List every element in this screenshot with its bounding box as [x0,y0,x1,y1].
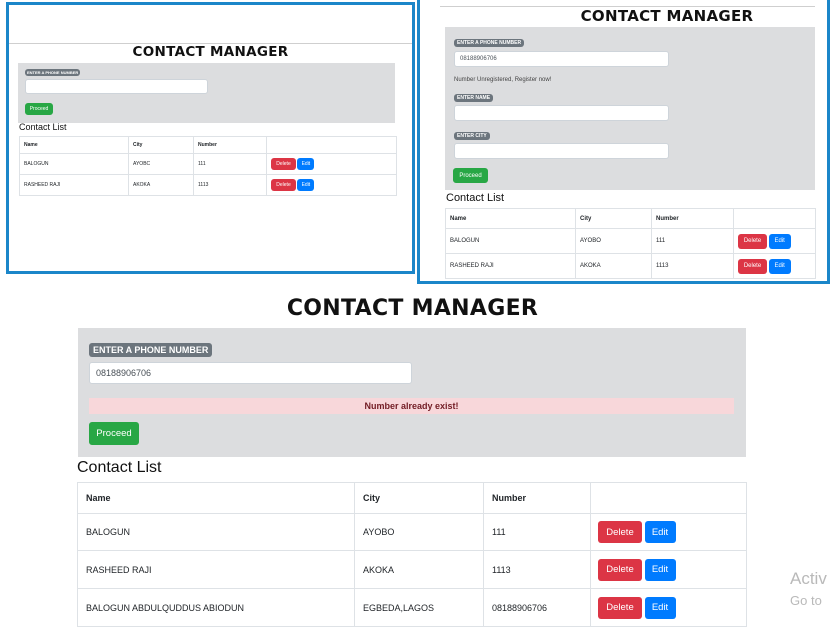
delete-button[interactable]: Delete [598,521,642,543]
delete-button[interactable]: Delete [598,596,642,619]
cell-actions: Delete Edit [266,174,397,196]
edit-button[interactable]: Edit [644,521,676,543]
table-row: BALOGUN AYOBO 111 Delete Edit [77,513,747,551]
edit-button[interactable]: Edit [644,596,676,619]
proceed-button[interactable]: Proceed [89,422,139,445]
edit-button[interactable]: Edit [768,233,791,249]
contact-list-title-main: Contact List [77,459,162,476]
phone-input[interactable]: 08188906706 [454,51,669,67]
cell-city: AYOBO [354,513,484,551]
cell-actions: Delete Edit [733,228,816,254]
col-city: City [575,208,652,229]
name-input[interactable] [454,105,669,121]
page-title: CONTACT MANAGER [132,44,289,60]
register-form: ENTER A PHONE NUMBER 08188906706 Number … [445,27,815,190]
cell-name: BALOGUN [445,228,576,254]
col-name: Name [445,208,576,229]
delete-button[interactable]: Delete [738,258,767,274]
contact-list-title: Contact List [446,192,505,204]
col-actions [266,136,397,154]
contact-table-main: Name City Number BALOGUN AYOBO 111 Delet… [77,482,747,627]
table-row: RASHEED RAJI AKOKA 1113 Delete Edit [77,550,747,589]
col-actions [590,482,747,514]
screenshot-panel-initial: CONTACT MANAGER ENTER A PHONE NUMBER Pro… [6,2,415,274]
cell-city: AKOKA [354,550,484,589]
city-label: ENTER CITY [454,132,490,140]
edit-button[interactable]: Edit [644,558,676,581]
cell-number: 111 [483,513,591,551]
edit-button[interactable]: Edit [297,179,315,191]
cell-city: AKOKA [575,253,652,279]
phone-input[interactable] [25,79,208,94]
cell-actions: Delete Edit [590,513,747,551]
phone-form-main: ENTER A PHONE NUMBER 08188906706 Number … [78,328,746,457]
cell-actions: Delete Edit [266,153,397,175]
table-header-row: Name City Number [445,208,816,229]
cell-name: BALOGUN [77,513,355,551]
phone-form: ENTER A PHONE NUMBER Proceed [18,63,395,123]
table-row: BALOGUN AYOBO 111 Delete Edit [445,228,816,254]
table-row: RASHEED RAJI AKOKA 1113 Delete Edit [19,174,397,196]
delete-button[interactable]: Delete [271,158,296,170]
table-header-row: Name City Number [19,136,397,154]
cell-name: RASHEED RAJI [445,253,576,279]
col-actions [733,208,816,229]
cell-city: AYOBC [128,153,194,175]
city-input[interactable] [454,143,669,159]
edit-button[interactable]: Edit [768,258,791,274]
cell-city: AYOBO [575,228,652,254]
unregistered-message: Number Unregistered, Register now! [454,77,552,83]
col-city: City [128,136,194,154]
phone-label: ENTER A PHONE NUMBER [25,69,81,76]
cell-number: 111 [193,153,267,175]
col-number: Number [483,482,591,514]
cell-number: 1113 [193,174,267,196]
cell-number: 111 [651,228,734,254]
cell-number: 1113 [483,550,591,589]
cell-actions: Delete Edit [590,550,747,589]
col-name: Name [77,482,355,514]
edit-button[interactable]: Edit [297,158,315,170]
cell-actions: Delete Edit [590,588,747,627]
screenshot-panel-register: CONTACT MANAGER ENTER A PHONE NUMBER 081… [417,0,830,284]
cell-name: BALOGUN [19,153,129,175]
col-number: Number [651,208,734,229]
cell-number: 1113 [651,253,734,279]
page-title-main: CONTACT MANAGER [286,296,539,321]
cell-number: 08188906706 [483,588,591,627]
activation-watermark-line1: Activ [790,569,827,588]
cell-name: RASHEED RAJI [77,550,355,589]
activation-watermark-line2: Go to [790,593,822,608]
phone-label: ENTER A PHONE NUMBER [454,39,525,47]
col-city: City [354,482,484,514]
cell-name: BALOGUN ABDULQUDDUS ABIODUN [77,588,355,627]
table-header-row: Name City Number [77,482,747,514]
col-number: Number [193,136,267,154]
delete-button[interactable]: Delete [738,233,767,249]
page-title: CONTACT MANAGER [580,7,754,25]
contact-table: Name City Number BALOGUN AYOBO 111 Delet… [445,208,816,279]
contact-table: Name City Number BALOGUN AYOBC 111 Delet… [19,136,397,196]
cell-city: EGBEDA,LAGOS [354,588,484,627]
delete-button[interactable]: Delete [271,179,296,191]
cell-actions: Delete Edit [733,253,816,279]
table-row: BALOGUN ABDULQUDDUS ABIODUN EGBEDA,LAGOS… [77,588,747,627]
table-row: RASHEED RAJI AKOKA 1113 Delete Edit [445,253,816,279]
proceed-button[interactable]: Proceed [25,103,53,115]
proceed-button[interactable]: Proceed [453,168,488,183]
cell-city: AKOKA [128,174,194,196]
name-label: ENTER NAME [454,94,494,102]
table-row: BALOGUN AYOBC 111 Delete Edit [19,153,397,175]
phone-input[interactable]: 08188906706 [89,362,412,384]
error-alert: Number already exist! [89,398,734,414]
phone-label: ENTER A PHONE NUMBER [89,343,213,357]
delete-button[interactable]: Delete [598,558,642,581]
col-name: Name [19,136,129,154]
contact-list-title: Contact List [19,122,67,132]
cell-name: RASHEED RAJI [19,174,129,196]
